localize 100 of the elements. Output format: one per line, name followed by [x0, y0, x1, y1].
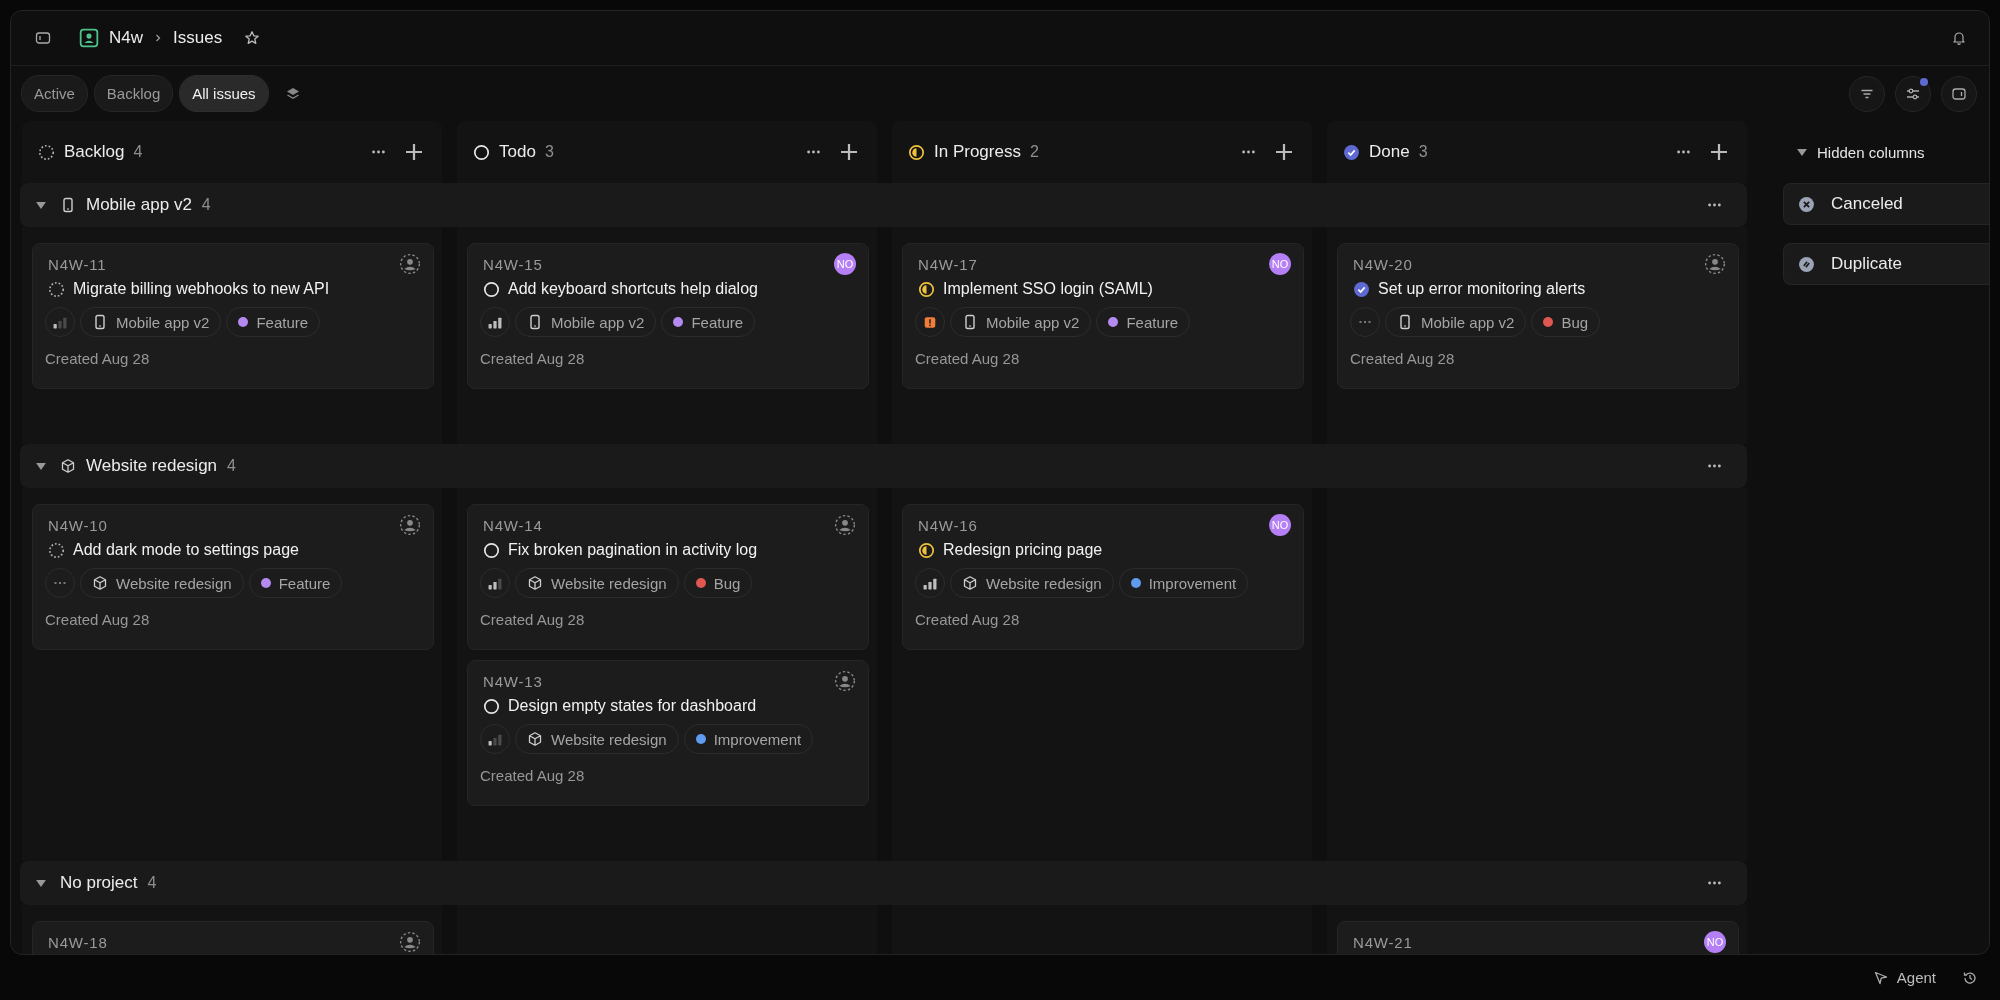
issue-title: Implement SSO login (SAML): [943, 280, 1153, 298]
plus-icon: [1711, 144, 1727, 160]
label-chip[interactable]: Feature: [1096, 307, 1191, 337]
created-date: Created Aug 28: [1350, 350, 1456, 367]
more-icon: [1708, 203, 1721, 207]
priority-chip[interactable]: [915, 307, 945, 337]
group-title: Mobile app v2: [86, 195, 192, 215]
created-date: Created Aug 28: [45, 350, 151, 367]
priority-bars-icon: [53, 315, 67, 329]
group-count: 4: [227, 457, 236, 475]
group-title: No project: [60, 873, 138, 893]
project-chip[interactable]: Website redesign: [80, 568, 244, 598]
unassigned-user-icon[interactable]: [1704, 253, 1726, 275]
view-tab[interactable]: Backlog: [93, 75, 174, 112]
created-date: Created Aug 28: [45, 611, 151, 628]
label-chip[interactable]: Bug: [683, 568, 753, 598]
label-name: Feature: [278, 574, 331, 592]
hidden-column-item[interactable]: Canceled: [1783, 183, 1989, 225]
issue-card[interactable]: N4W-15 NO Add keyboard shortcuts help dialog Mobile app v2 Feature Created Aug 28: [467, 243, 869, 389]
issue-title: Migrate billing webhooks to new API: [73, 280, 330, 298]
project-chip[interactable]: Mobile app v2: [80, 307, 222, 337]
caret-icon: [36, 201, 46, 209]
project-name: Mobile app v2: [551, 313, 645, 331]
column-count: 3: [1418, 143, 1428, 161]
project-chip[interactable]: Mobile app v2: [1385, 307, 1527, 337]
issue-card[interactable]: N4W-18: [32, 921, 434, 954]
agent-button[interactable]: Agent: [1866, 968, 1942, 987]
label-chip[interactable]: Feature: [226, 307, 321, 337]
column-title: Backlog: [64, 142, 125, 162]
issue-card[interactable]: N4W-17 NO Implement SSO login (SAML) Mobile app v2 Feature Created Aug 28: [902, 243, 1304, 389]
label-chip[interactable]: Bug: [1531, 307, 1601, 337]
unassigned-user-icon[interactable]: [399, 931, 421, 953]
priority-bars-icon: [923, 576, 937, 590]
priority-bars-icon: [488, 315, 502, 329]
group-count: 4: [147, 874, 157, 892]
project-chip[interactable]: Website redesign: [950, 568, 1114, 598]
label-chip[interactable]: Improvement: [683, 724, 814, 754]
project-chip[interactable]: Mobile app v2: [950, 307, 1092, 337]
cursor-icon: [1872, 969, 1889, 986]
issue-card[interactable]: N4W-14 Fix broken pagination in activity log Website redesign Bug Created Aug 28: [467, 504, 869, 650]
project-name: Mobile app v2: [1421, 313, 1515, 331]
hidden-column-item[interactable]: Duplicate: [1783, 243, 1989, 285]
issue-id: N4W-10: [48, 516, 108, 534]
panel-icon: [1951, 85, 1967, 102]
project-chip[interactable]: Website redesign: [515, 724, 679, 754]
column-title: Done: [1369, 142, 1410, 162]
issue-title: Set up error monitoring alerts: [1378, 280, 1586, 298]
label-chip[interactable]: Improvement: [1118, 568, 1249, 598]
filter-button[interactable]: [1849, 75, 1885, 112]
created-date: Created Aug 28: [480, 611, 586, 628]
issue-card[interactable]: N4W-13 Design empty states for dashboard Website redesign Improvement Created Aug 28: [467, 660, 869, 806]
priority-bars-icon: [488, 576, 502, 590]
hidden-columns-title: Hidden columns: [1817, 143, 1925, 161]
issue-card[interactable]: N4W-11 Migrate billing webhooks to new API Mobile app v2 Feature Created Aug 28: [32, 243, 434, 389]
issue-id: N4W-11: [48, 255, 107, 273]
priority-chip[interactable]: [480, 307, 510, 337]
issue-id: N4W-21: [1353, 933, 1413, 951]
unassigned-user-icon[interactable]: [834, 670, 856, 692]
created-date: Created Aug 28: [480, 350, 586, 367]
hidden-column-name: Canceled: [1831, 194, 1903, 214]
view-tab[interactable]: Active: [21, 75, 88, 112]
issue-card[interactable]: N4W-10 Add dark mode to settings page Website redesign Feature Created Aug 28: [32, 504, 434, 650]
created-date: Created Aug 28: [480, 767, 586, 784]
priority-chip[interactable]: [480, 568, 510, 598]
project-name: Website redesign: [986, 574, 1102, 592]
project-chip[interactable]: Mobile app v2: [515, 307, 657, 337]
column-title: In Progress: [934, 142, 1021, 162]
layers-icon: [284, 85, 301, 102]
label-chip[interactable]: Feature: [661, 307, 756, 337]
display-settings-button[interactable]: [1895, 75, 1931, 112]
issue-id: N4W-20: [1353, 255, 1413, 273]
hidden-column-name: Duplicate: [1831, 254, 1902, 274]
label-name: Feature: [691, 313, 744, 331]
priority-chip[interactable]: [915, 568, 945, 598]
plus-icon: [1276, 144, 1292, 160]
project-chip[interactable]: Website redesign: [515, 568, 679, 598]
issue-card[interactable]: N4W-20 Set up error monitoring alerts Mobile app v2 Bug Created Aug 28: [1337, 243, 1739, 389]
issue-id: N4W-16: [918, 516, 978, 534]
column-count: 2: [1029, 143, 1039, 161]
side-panel-button[interactable]: [1941, 75, 1977, 112]
bell-icon: [1951, 30, 1967, 46]
group-title: Website redesign: [86, 456, 218, 476]
view-tab[interactable]: All issues: [179, 75, 269, 112]
unassigned-user-icon[interactable]: [399, 514, 421, 536]
unassigned-user-icon[interactable]: [834, 514, 856, 536]
caret-icon: [36, 462, 46, 470]
issue-title: Redesign pricing page: [943, 541, 1103, 559]
label-name: Feature: [256, 313, 309, 331]
issue-title: Add keyboard shortcuts help dialog: [508, 280, 758, 298]
issue-id: N4W-18: [48, 933, 108, 951]
plus-icon: [841, 144, 857, 160]
issue-card[interactable]: N4W-16 NO Redesign pricing page Website redesign Improvement Created Aug 28: [902, 504, 1304, 650]
unassigned-user-icon[interactable]: [399, 253, 421, 275]
project-name: Mobile app v2: [116, 313, 210, 331]
label-chip[interactable]: Feature: [248, 568, 343, 598]
project-name: Website redesign: [551, 730, 667, 748]
issue-card[interactable]: N4W-21 NO: [1337, 921, 1739, 954]
created-date: Created Aug 28: [915, 350, 1021, 367]
team-link[interactable]: N4w: [109, 28, 143, 48]
column-count: 4: [133, 143, 143, 161]
